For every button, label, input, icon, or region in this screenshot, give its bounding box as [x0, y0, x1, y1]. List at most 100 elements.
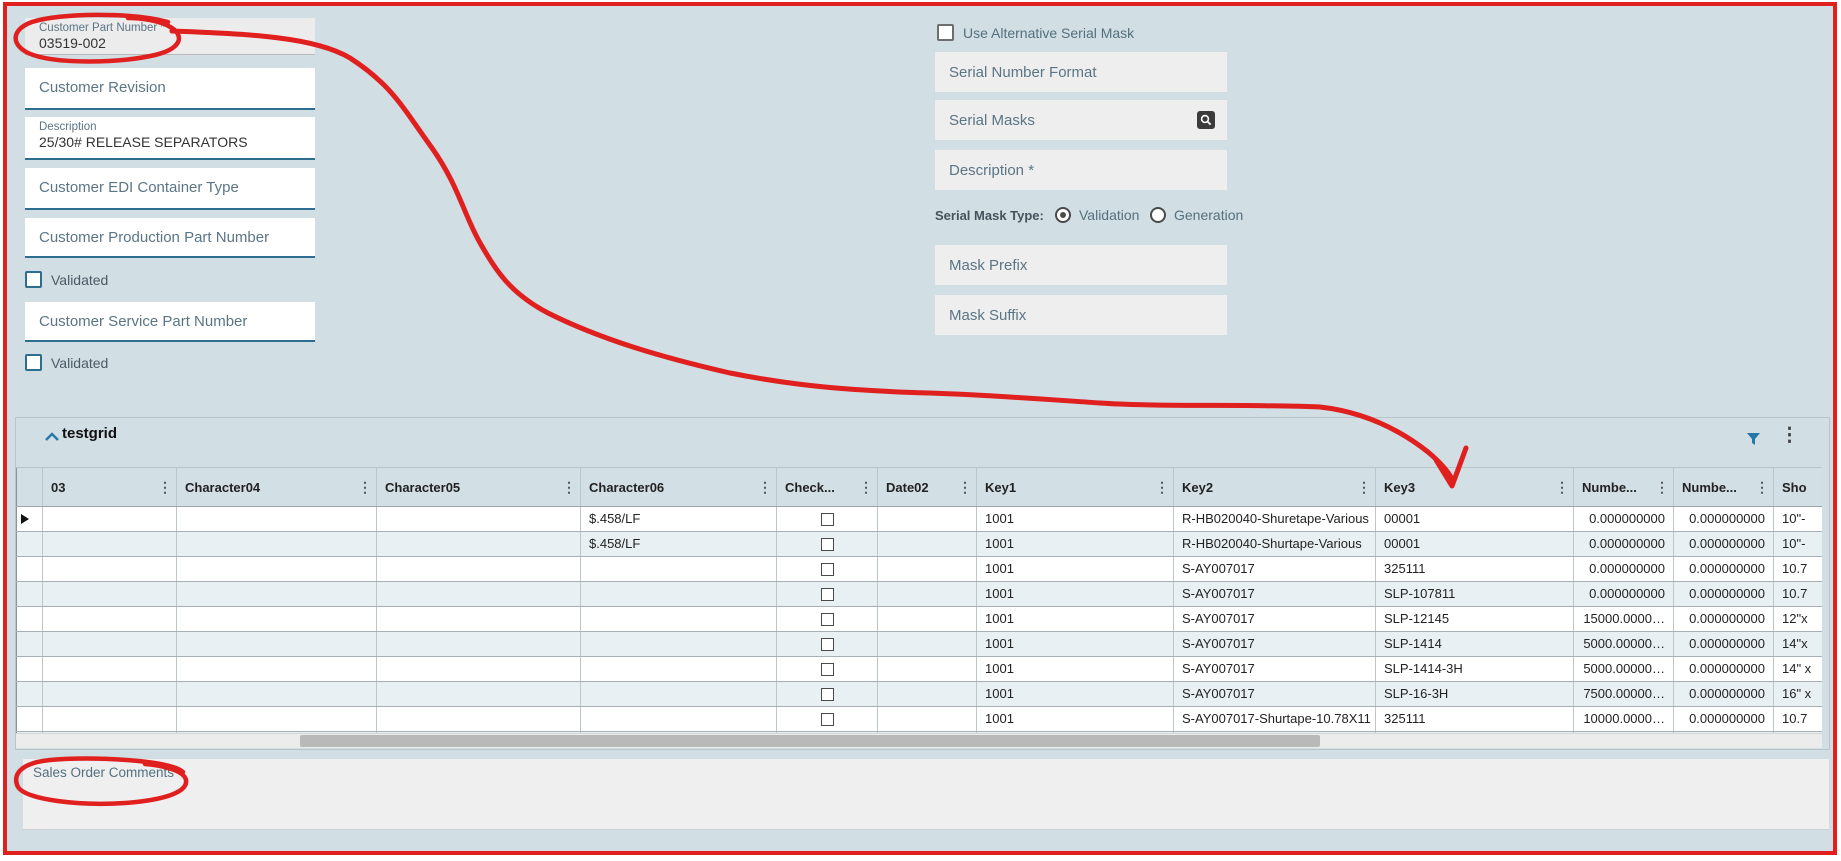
table-row[interactable]: $.458/LF 1001 R-HB020040-Shurtape-Various 0…: [16, 532, 1822, 557]
serial-number-format-field[interactable]: Serial Number Format: [935, 52, 1227, 92]
table-row[interactable]: 1001 S-AY007017 SLP-1414-3H 5000.00000… 0.00…: [16, 657, 1822, 682]
cell-key3[interactable]: SLP-107811: [1375, 582, 1573, 606]
cell-num1[interactable]: 0.000000000: [1573, 507, 1673, 531]
cell-num1[interactable]: 5000.00000…: [1573, 632, 1673, 656]
customer-edi-container-type-field[interactable]: Customer EDI Container Type: [25, 168, 315, 210]
cell-check[interactable]: [776, 582, 877, 606]
search-document-icon[interactable]: [1197, 111, 1215, 129]
column-header-5[interactable]: Date02 ⋮: [877, 468, 976, 506]
row-checkbox[interactable]: [820, 562, 834, 576]
column-menu-kebab-icon[interactable]: ⋮: [758, 479, 772, 496]
cell-check[interactable]: [776, 607, 877, 631]
row-marker-cell[interactable]: [16, 557, 42, 581]
cell-c06[interactable]: [580, 707, 776, 731]
filter-icon[interactable]: [1746, 432, 1761, 452]
column-menu-kebab-icon[interactable]: ⋮: [958, 479, 972, 496]
cell-date02[interactable]: [877, 632, 976, 656]
cell-date02[interactable]: [877, 532, 976, 556]
cell-c03[interactable]: [42, 607, 176, 631]
row-checkbox[interactable]: [820, 687, 834, 701]
row-marker-cell[interactable]: [16, 632, 42, 656]
cell-c06[interactable]: [580, 632, 776, 656]
cell-date02[interactable]: [877, 657, 976, 681]
serial-mask-type-validation-option[interactable]: Validation: [1055, 207, 1139, 223]
cell-sho[interactable]: 12"x: [1773, 607, 1822, 631]
cell-num2[interactable]: 0.000000000: [1673, 632, 1773, 656]
cell-key2[interactable]: R-HB020040-Shuretape-Various: [1173, 507, 1375, 531]
cell-sho[interactable]: 10.7: [1773, 707, 1822, 731]
column-menu-kebab-icon[interactable]: ⋮: [1655, 479, 1669, 496]
table-row[interactable]: 1001 S-AY007017 SLP-1414 5000.00000… 0.00000…: [16, 632, 1822, 657]
cell-num1[interactable]: 7500.00000…: [1573, 682, 1673, 706]
cell-c05[interactable]: [376, 582, 580, 606]
customer-production-part-number-field[interactable]: Customer Production Part Number: [25, 218, 315, 258]
cell-date02[interactable]: [877, 607, 976, 631]
cell-c05[interactable]: [376, 707, 580, 731]
cell-c06[interactable]: [580, 607, 776, 631]
column-header-7[interactable]: Key2 ⋮: [1173, 468, 1375, 506]
cell-key2[interactable]: S-AY007017: [1173, 682, 1375, 706]
serial-mask-type-generation-option[interactable]: Generation: [1150, 207, 1243, 223]
cell-key3[interactable]: 00001: [1375, 532, 1573, 556]
cell-key3[interactable]: SLP-16-3H: [1375, 682, 1573, 706]
cell-sho[interactable]: 10.7: [1773, 582, 1822, 606]
collapse-chevron-icon[interactable]: [44, 430, 60, 448]
cell-date02[interactable]: [877, 682, 976, 706]
cell-sho[interactable]: 14"x: [1773, 632, 1822, 656]
cell-key3[interactable]: 325111: [1375, 707, 1573, 731]
cell-num1[interactable]: 5000.00000…: [1573, 657, 1673, 681]
table-row[interactable]: $.458/LF 1001 R-HB020040-Shuretape-Various…: [16, 507, 1822, 532]
table-row[interactable]: 1001 S-AY007017 325111 0.000000000 0.0000000…: [16, 557, 1822, 582]
cell-key1[interactable]: 1001: [976, 557, 1173, 581]
cell-c05[interactable]: [376, 532, 580, 556]
cell-key1[interactable]: 1001: [976, 507, 1173, 531]
cell-num2[interactable]: 0.000000000: [1673, 707, 1773, 731]
row-checkbox[interactable]: [820, 612, 834, 626]
cell-check[interactable]: [776, 682, 877, 706]
cell-c06[interactable]: $.458/LF: [580, 507, 776, 531]
column-menu-kebab-icon[interactable]: ⋮: [1357, 479, 1371, 496]
cell-num1[interactable]: 10000.0000…: [1573, 707, 1673, 731]
cell-key1[interactable]: 1001: [976, 607, 1173, 631]
cell-num2[interactable]: 0.000000000: [1673, 682, 1773, 706]
row-marker-cell[interactable]: [16, 532, 42, 556]
customer-service-part-number-field[interactable]: Customer Service Part Number: [25, 302, 315, 342]
cell-c05[interactable]: [376, 607, 580, 631]
row-checkbox[interactable]: [820, 662, 834, 676]
column-menu-kebab-icon[interactable]: ⋮: [1155, 479, 1169, 496]
table-row[interactable]: 1001 S-AY007017 SLP-16-3H 7500.00000… 0.0000…: [16, 682, 1822, 707]
cell-key3[interactable]: 325111: [1375, 557, 1573, 581]
column-header-11[interactable]: Sho: [1773, 468, 1822, 506]
cell-key1[interactable]: 1001: [976, 532, 1173, 556]
cell-c05[interactable]: [376, 682, 580, 706]
cell-c03[interactable]: [42, 557, 176, 581]
table-row[interactable]: 1001 S-AY007017-Shurtape-10.78X11 325111 10…: [16, 707, 1822, 732]
cell-key1[interactable]: 1001: [976, 582, 1173, 606]
cell-check[interactable]: [776, 557, 877, 581]
cell-c06[interactable]: [580, 657, 776, 681]
column-menu-kebab-icon[interactable]: ⋮: [158, 479, 172, 496]
cell-num2[interactable]: 0.000000000: [1673, 607, 1773, 631]
cell-num2[interactable]: 0.000000000: [1673, 532, 1773, 556]
serial-mask-description-field[interactable]: Description *: [935, 150, 1227, 190]
cell-c03[interactable]: [42, 657, 176, 681]
horizontal-scrollbar[interactable]: [16, 733, 1822, 748]
cell-key2[interactable]: S-AY007017: [1173, 607, 1375, 631]
cell-c06[interactable]: $.458/LF: [580, 532, 776, 556]
serial-masks-field[interactable]: Serial Masks: [935, 100, 1227, 140]
validated-checkbox-2[interactable]: [25, 354, 42, 371]
cell-check[interactable]: [776, 507, 877, 531]
cell-c06[interactable]: [580, 582, 776, 606]
scrollbar-thumb[interactable]: [300, 735, 1320, 747]
use-alternative-serial-mask-checkbox[interactable]: [937, 24, 954, 41]
cell-c03[interactable]: [42, 507, 176, 531]
cell-key3[interactable]: SLP-1414-3H: [1375, 657, 1573, 681]
cell-c06[interactable]: [580, 557, 776, 581]
grid-menu-kebab-icon[interactable]: ⋮: [1780, 426, 1799, 446]
cell-c04[interactable]: [176, 607, 376, 631]
cell-key2[interactable]: S-AY007017: [1173, 557, 1375, 581]
column-menu-kebab-icon[interactable]: ⋮: [562, 479, 576, 496]
cell-date02[interactable]: [877, 582, 976, 606]
column-header-3[interactable]: Character06 ⋮: [580, 468, 776, 506]
row-checkbox[interactable]: [820, 637, 834, 651]
